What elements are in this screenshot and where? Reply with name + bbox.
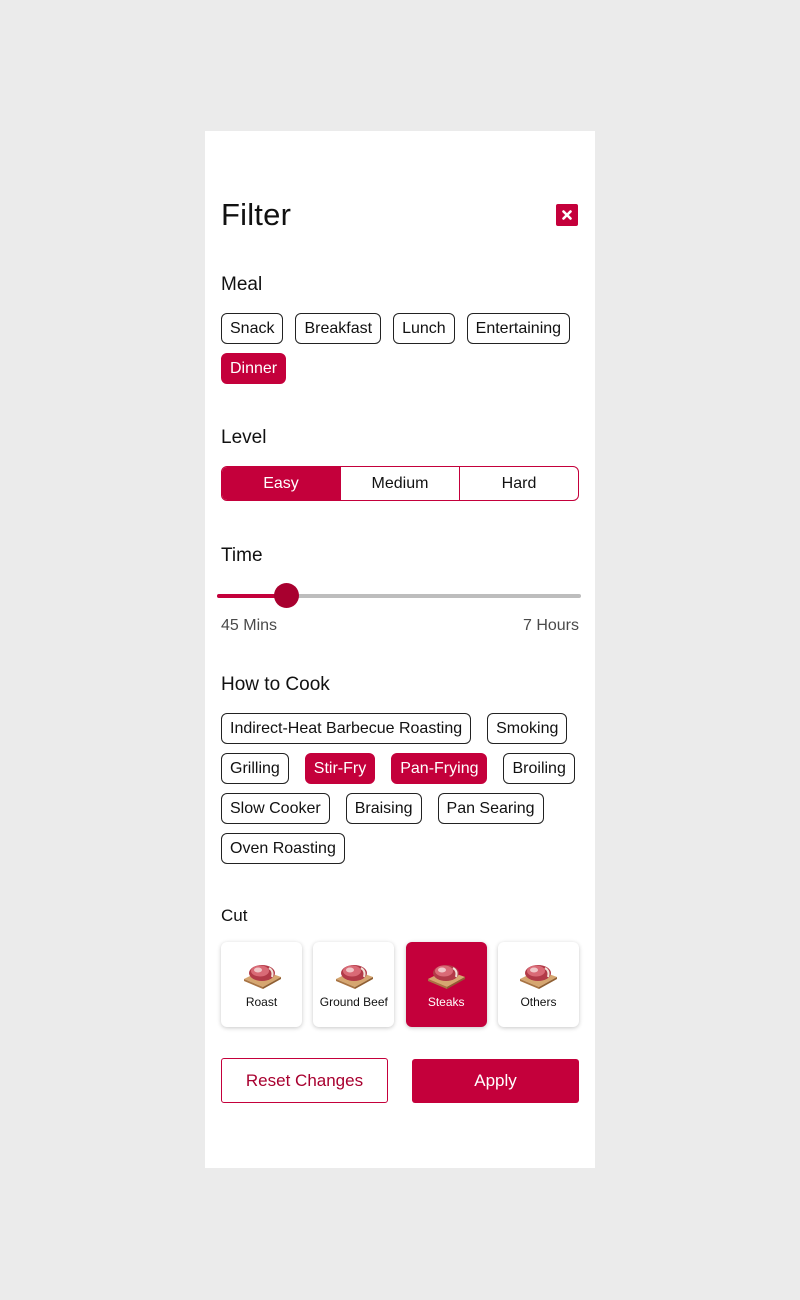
meal-chip-breakfast[interactable]: Breakfast [295,313,382,344]
meat-icon [428,965,466,989]
level-section-title: Level [221,427,267,448]
level-segmented-control: Easy Medium Hard [221,466,579,501]
cook-chip-grilling[interactable]: Grilling [221,753,289,784]
cut-card-ground-beef[interactable]: Ground Beef [313,942,395,1027]
time-slider[interactable] [217,583,581,609]
meal-section-title: Meal [221,274,263,295]
meal-chip-dinner[interactable]: Dinner [221,353,287,384]
cook-chip-smoking[interactable]: Smoking [487,713,568,744]
level-option-medium[interactable]: Medium [340,467,459,500]
reset-changes-button[interactable]: Reset Changes [221,1058,388,1103]
cook-chip-broiling[interactable]: Broiling [503,753,575,784]
cook-chip-slow-cooker[interactable]: Slow Cooker [221,793,330,824]
cook-chip-oven-roasting[interactable]: Oven Roasting [221,833,345,864]
how-to-cook-section-title: How to Cook [221,674,330,695]
meal-chip-entertaining[interactable]: Entertaining [466,313,571,344]
close-icon [562,210,572,220]
meal-chip-group: Snack Breakfast Lunch Entertaining Dinne… [221,313,579,384]
time-section-title: Time [221,545,263,566]
cut-card-group: Roast Ground Beef Steaks Others [221,942,579,1027]
cut-section-title: Cut [221,906,248,925]
meat-icon [520,965,558,989]
meat-icon [335,965,373,989]
cook-chip-stir-fry[interactable]: Stir-Fry [304,753,376,784]
cut-label-others: Others [520,995,557,1009]
level-option-easy[interactable]: Easy [222,467,340,500]
apply-button[interactable]: Apply [412,1059,579,1103]
time-max-label: 7 Hours [522,617,579,634]
cut-card-others[interactable]: Others [497,942,579,1027]
meal-chip-snack[interactable]: Snack [221,313,284,344]
how-to-cook-chip-group: Indirect-Heat Barbecue Roasting Smoking … [221,713,579,864]
cut-label-roast: Roast [245,995,278,1009]
cook-chip-braising[interactable]: Braising [345,793,422,824]
cook-chip-pan-frying[interactable]: Pan-Frying [391,753,488,784]
cut-card-roast[interactable]: Roast [221,942,302,1027]
meal-chip-lunch[interactable]: Lunch [393,313,455,344]
cook-chip-indirect-heat-barbecue-roasting[interactable]: Indirect-Heat Barbecue Roasting [221,713,472,744]
meat-icon [243,965,281,989]
slider-thumb[interactable] [274,583,300,608]
filter-panel: Filter Meal Snack Breakfast Lunch Entert… [205,131,595,1168]
time-min-label: 45 Mins [221,617,278,634]
close-button[interactable] [556,204,578,226]
level-option-hard[interactable]: Hard [459,467,578,500]
cut-card-steaks[interactable]: Steaks [405,942,487,1027]
cut-label-ground-beef: Ground Beef [319,995,388,1009]
cut-label-steaks: Steaks [427,995,465,1009]
page-title: Filter [221,197,292,232]
cook-chip-pan-searing[interactable]: Pan Searing [437,793,544,824]
